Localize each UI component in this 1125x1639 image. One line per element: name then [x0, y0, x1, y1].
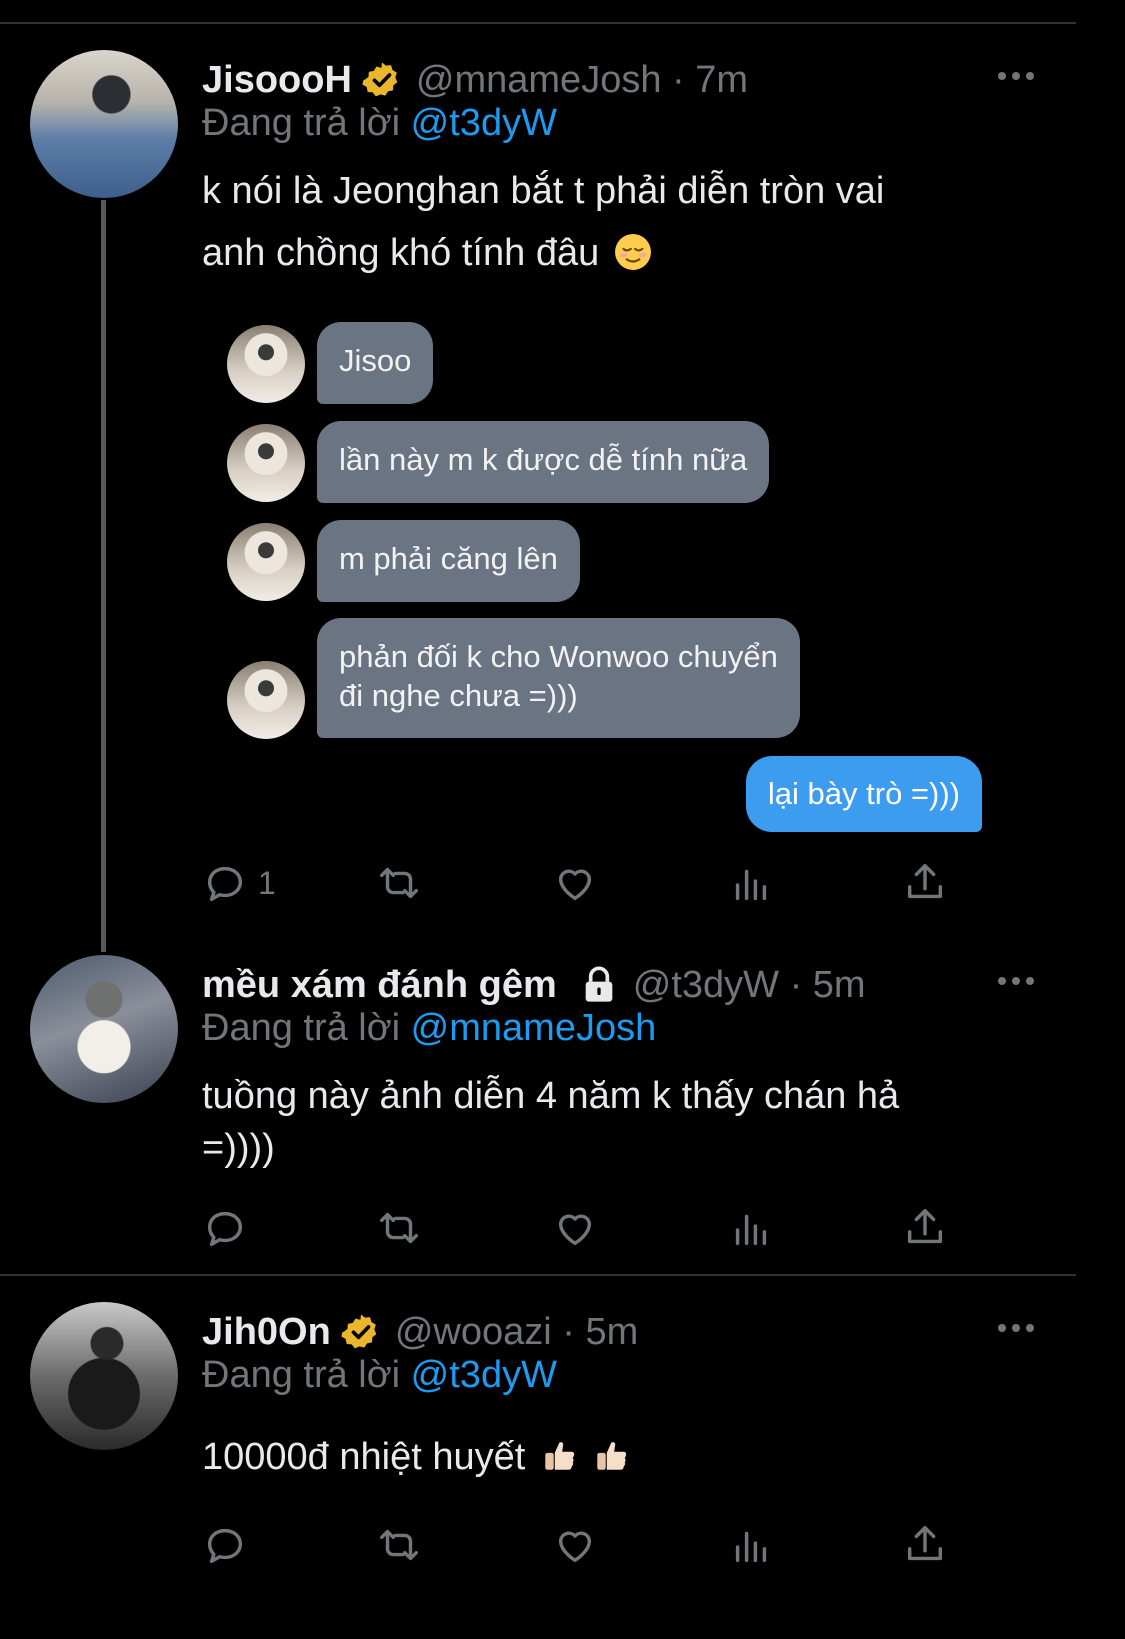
tweet-actions — [202, 1203, 962, 1253]
replying-to: Đang trả lời @t3dyW — [202, 1354, 557, 1397]
reply-button[interactable] — [202, 1520, 248, 1570]
more-options-icon[interactable] — [996, 973, 1036, 989]
replying-prefix: Đang trả lời — [202, 1007, 401, 1049]
reply-button[interactable]: 1 — [202, 858, 276, 908]
bubble-line: phản đối k cho Wonwoo chuyển — [339, 639, 778, 674]
retweet-icon — [380, 1529, 418, 1561]
handle-and-time[interactable]: @t3dyW · 5m — [633, 964, 866, 1007]
retweet-button[interactable] — [376, 858, 422, 908]
replying-to: Đang trả lời @mnameJosh — [202, 1007, 656, 1050]
heart-icon — [558, 869, 592, 901]
like-button[interactable] — [552, 1520, 598, 1570]
reply-thread: JisoooH @mnameJosh · 7m Đang trả lời @t3… — [0, 0, 1076, 1568]
lock-icon — [585, 966, 613, 1002]
analytics-icon — [735, 1214, 767, 1246]
replying-to-link[interactable]: @t3dyW — [411, 102, 557, 144]
heart-icon — [558, 1531, 592, 1563]
tweet-divider — [0, 1274, 1076, 1276]
views-button[interactable] — [728, 1203, 774, 1253]
thumbs-up-icon — [597, 1442, 627, 1470]
display-name[interactable]: mều xám đánh gêm — [202, 964, 557, 1007]
views-button[interactable] — [728, 858, 774, 908]
analytics-icon — [735, 869, 767, 901]
display-name[interactable]: Jih0On — [202, 1311, 331, 1354]
heart-icon — [558, 1214, 592, 1246]
share-button[interactable] — [902, 1203, 948, 1253]
retweet-button[interactable] — [376, 1203, 422, 1253]
avatar[interactable] — [30, 1302, 178, 1450]
like-button[interactable] — [552, 858, 598, 908]
avatar[interactable] — [30, 50, 178, 198]
display-name[interactable]: JisoooH — [202, 59, 352, 102]
replying-to-link[interactable]: @t3dyW — [411, 1354, 557, 1396]
tweet-header: Jih0On @wooazi · 5m — [202, 1308, 638, 1356]
tweet-text-line: tuồng này ảnh diễn 4 năm k thấy chán hả — [202, 1075, 900, 1117]
analytics-icon — [735, 1531, 767, 1563]
handle-and-time[interactable]: @wooazi · 5m — [395, 1311, 638, 1354]
avatar[interactable] — [30, 955, 178, 1103]
incoming-bubble: Jisoo — [317, 322, 434, 404]
top-divider — [0, 22, 1076, 24]
replying-to: Đang trả lời @t3dyW — [202, 102, 557, 145]
tweet-header: mều xám đánh gêm @t3dyW · 5m — [202, 961, 866, 1009]
relieved-face-icon — [614, 234, 651, 270]
more-options-icon[interactable] — [996, 1320, 1036, 1336]
like-button[interactable] — [552, 1203, 598, 1253]
tweet-text: k nói là Jeonghan bắt t phải diễn tròn v… — [202, 160, 1022, 284]
handle-and-time[interactable]: @mnameJosh · 7m — [416, 59, 748, 102]
reply-icon — [207, 866, 243, 902]
tweet-text-line: k nói là Jeonghan bắt t phải diễn tròn v… — [202, 170, 885, 212]
chat-avatar — [227, 325, 305, 403]
reply-icon — [207, 1211, 243, 1247]
share-button[interactable] — [902, 1520, 948, 1570]
reply-button[interactable] — [202, 1203, 248, 1253]
share-icon — [907, 1209, 943, 1244]
tweet-text-line: 10000đ nhiệt huyết — [202, 1436, 526, 1478]
bubble-line: đi nghe chưa =))) — [339, 678, 578, 713]
thread-connector-line — [101, 200, 106, 952]
chat-avatar — [227, 523, 305, 601]
tweet-text: tuồng này ảnh diễn 4 năm k thấy chán hả … — [202, 1065, 1022, 1179]
tweet-header: JisoooH @mnameJosh · 7m — [202, 56, 748, 104]
incoming-bubble: m phải căng lên — [317, 520, 580, 602]
share-icon — [907, 864, 943, 899]
tweet-actions — [202, 1520, 962, 1570]
reply-count: 1 — [258, 864, 276, 901]
retweet-icon — [380, 1212, 418, 1244]
share-icon — [907, 1526, 943, 1561]
tweet-text-line: anh chồng khó tính đâu — [202, 232, 600, 274]
replying-prefix: Đang trả lời — [202, 102, 401, 144]
more-options-icon[interactable] — [996, 68, 1036, 84]
outgoing-bubble: lại bày trò =))) — [745, 756, 982, 832]
incoming-bubble: phản đối k cho Wonwoo chuyển đi nghe chư… — [317, 618, 800, 738]
verified-badge-icon — [362, 62, 398, 97]
thumbs-up-icon — [545, 1442, 575, 1470]
verified-badge-icon — [341, 1314, 377, 1349]
views-button[interactable] — [728, 1520, 774, 1570]
incoming-bubble: lần này m k được dễ tính nữa — [317, 421, 770, 503]
tweet-text: 10000đ nhiệt huyết — [202, 1426, 1022, 1488]
replying-prefix: Đang trả lời — [202, 1354, 401, 1396]
retweet-icon — [380, 867, 418, 899]
chat-avatar — [227, 661, 305, 739]
share-button[interactable] — [902, 858, 948, 908]
retweet-button[interactable] — [376, 1520, 422, 1570]
tweet-actions: 1 — [202, 858, 962, 908]
replying-to-link[interactable]: @mnameJosh — [411, 1007, 657, 1049]
reply-icon — [207, 1528, 243, 1564]
chat-avatar — [227, 424, 305, 502]
